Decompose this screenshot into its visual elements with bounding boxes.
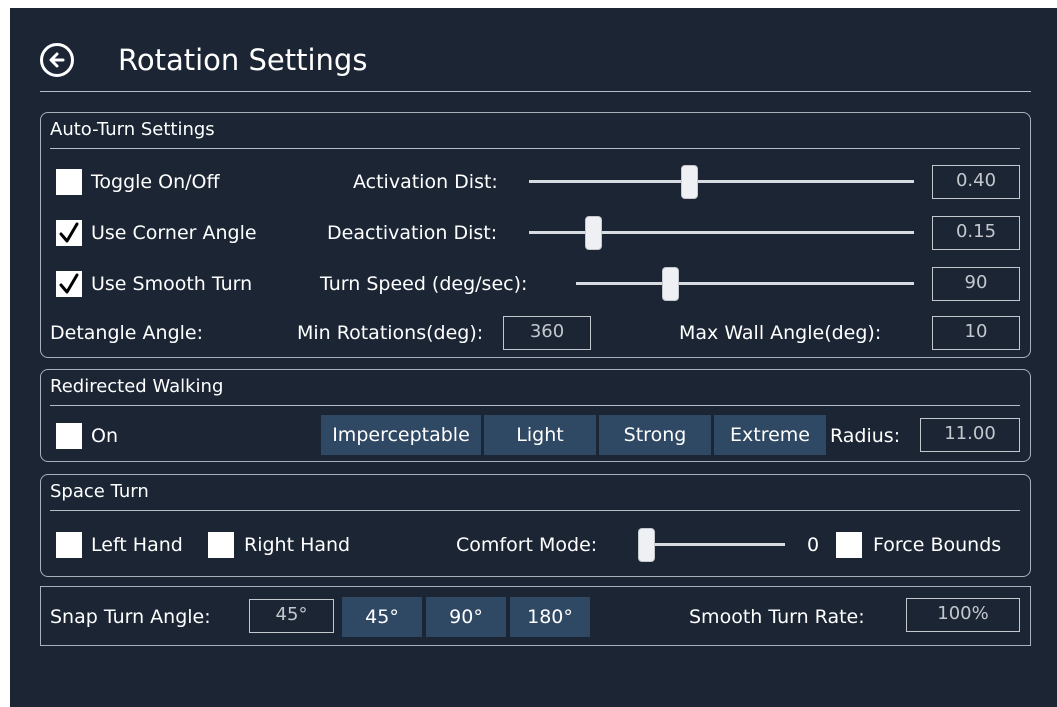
space-turn-divider: [50, 510, 1020, 511]
snap-45-button[interactable]: 45°: [342, 597, 422, 637]
checkmark-icon: [59, 273, 79, 294]
space-turn-section: [40, 474, 1031, 577]
left-hand-label: Left Hand: [91, 534, 183, 556]
preset-imperceptable-button[interactable]: Imperceptable: [321, 415, 481, 455]
turn-speed-slider-thumb[interactable]: [661, 267, 679, 301]
page-title: Rotation Settings: [118, 43, 368, 77]
min-rotations-value[interactable]: 360: [503, 316, 591, 350]
detangle-label: Detangle Angle:: [50, 322, 203, 344]
activation-value[interactable]: 0.40: [932, 165, 1020, 199]
comfort-mode-value: 0: [807, 534, 820, 556]
activation-slider-thumb[interactable]: [681, 165, 698, 199]
snap-turn-angle-label: Snap Turn Angle:: [50, 606, 211, 628]
toggle-checkbox[interactable]: [56, 169, 82, 195]
header-divider: [40, 91, 1031, 92]
turn-speed-label: Turn Speed (deg/sec):: [320, 273, 528, 295]
comfort-slider-thumb[interactable]: [638, 528, 655, 562]
auto-turn-title: Auto-Turn Settings: [50, 119, 215, 140]
corner-angle-checkbox[interactable]: [56, 220, 82, 246]
activation-slider-track[interactable]: [529, 180, 914, 183]
preset-extreme-button[interactable]: Extreme: [714, 415, 826, 455]
snap-turn-angle-value[interactable]: 45°: [249, 599, 334, 633]
max-wall-angle-value[interactable]: 10: [932, 316, 1020, 350]
right-hand-label: Right Hand: [244, 534, 351, 556]
toggle-label: Toggle On/Off: [91, 171, 220, 193]
redirected-on-checkbox[interactable]: [56, 423, 82, 449]
smooth-turn-label: Use Smooth Turn: [91, 273, 253, 295]
deactivation-slider-thumb[interactable]: [584, 216, 602, 250]
preset-strong-button[interactable]: Strong: [599, 415, 711, 455]
space-turn-title: Space Turn: [50, 481, 149, 502]
preset-light-button[interactable]: Light: [484, 415, 596, 455]
snap-180-button[interactable]: 180°: [510, 597, 590, 637]
left-hand-checkbox[interactable]: [56, 532, 82, 558]
activation-label: Activation Dist:: [353, 171, 498, 193]
smooth-turn-rate-value[interactable]: 100%: [906, 598, 1020, 632]
min-rotations-label: Min Rotations(deg):: [297, 322, 484, 344]
corner-angle-label: Use Corner Angle: [91, 222, 257, 244]
back-button[interactable]: [40, 43, 74, 77]
arrow-left-icon: [49, 52, 65, 68]
radius-label: Radius:: [830, 425, 901, 447]
redirected-on-label: On: [91, 425, 118, 447]
turn-speed-value[interactable]: 90: [932, 267, 1020, 301]
redirected-walking-title: Redirected Walking: [50, 376, 224, 397]
checkmark-icon: [59, 222, 79, 243]
redirected-divider: [50, 405, 1020, 406]
deactivation-label: Deactivation Dist:: [327, 222, 498, 244]
comfort-mode-label: Comfort Mode:: [456, 534, 598, 556]
rotation-settings-panel: Rotation Settings Auto-Turn Settings Tog…: [10, 8, 1057, 707]
smooth-turn-rate-label: Smooth Turn Rate:: [689, 606, 865, 628]
smooth-turn-checkbox[interactable]: [56, 271, 82, 297]
auto-turn-divider: [50, 148, 1020, 149]
snap-90-button[interactable]: 90°: [426, 597, 506, 637]
deactivation-value[interactable]: 0.15: [932, 216, 1020, 250]
max-wall-angle-label: Max Wall Angle(deg):: [679, 322, 882, 344]
turn-speed-slider-track[interactable]: [576, 282, 914, 285]
force-bounds-checkbox[interactable]: [836, 532, 862, 558]
radius-value[interactable]: 11.00: [920, 418, 1020, 452]
force-bounds-label: Force Bounds: [873, 534, 1002, 556]
right-hand-checkbox[interactable]: [208, 532, 234, 558]
comfort-slider-track[interactable]: [640, 543, 785, 546]
